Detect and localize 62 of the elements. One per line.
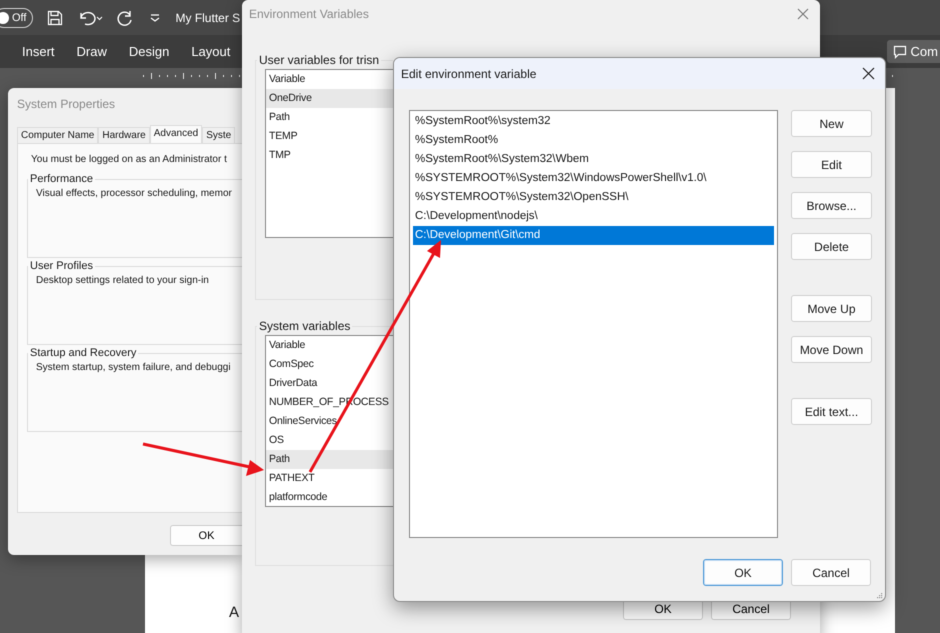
group-label: Startup and Recovery: [29, 347, 138, 359]
group-description: Visual effects, processor scheduling, memor: [36, 188, 233, 199]
tab[interactable]: Hardware: [98, 127, 150, 143]
tab[interactable]: Computer Name: [17, 127, 98, 143]
path-entry[interactable]: %SystemRoot%\system32: [413, 112, 774, 131]
window-title: Environment Variables: [249, 7, 369, 21]
window-title: System Properties: [17, 96, 116, 110]
path-entry[interactable]: C:\Development\nodejs\: [413, 207, 774, 226]
group-description: Desktop settings related to your sign-in: [36, 275, 210, 286]
tab[interactable]: Advanced: [150, 125, 202, 143]
dialog-button[interactable]: OK: [703, 559, 783, 586]
document-title: My Flutter S: [175, 10, 240, 24]
close-icon: [797, 8, 809, 20]
ribbon-tab[interactable]: Insert: [22, 44, 55, 59]
ok-button[interactable]: OK: [170, 525, 242, 546]
variable-row[interactable]: PATHEXT: [266, 469, 393, 488]
window-title: Edit environment variable: [401, 66, 536, 80]
variable-row[interactable]: ComSpec: [266, 355, 393, 374]
variable-row[interactable]: OnlineServices: [266, 412, 393, 431]
path-entry[interactable]: %SystemRoot%\System32\Wbem: [413, 150, 774, 169]
group-label: User variables for trisn: [258, 53, 380, 67]
dialog-button[interactable]: Edit text...: [791, 398, 872, 425]
dialog-button[interactable]: Browse...: [791, 192, 872, 219]
save-icon[interactable]: [47, 10, 64, 26]
variable-row[interactable]: OS: [266, 431, 393, 450]
dialog-button[interactable]: Delete: [791, 233, 872, 260]
variable-row[interactable]: Path: [266, 108, 393, 127]
ribbon-tab[interactable]: Draw: [76, 44, 107, 59]
group-description: System startup, system failure, and debuggi: [36, 362, 232, 373]
resize-grip[interactable]: [875, 591, 883, 599]
variable-row[interactable]: TMP: [266, 146, 393, 165]
column-header[interactable]: Variable: [266, 70, 393, 89]
dialog-button[interactable]: Edit: [791, 151, 872, 178]
dialog-button[interactable]: OK: [623, 602, 703, 620]
close-icon: [862, 67, 874, 80]
path-entry[interactable]: %SYSTEMROOT%\System32\OpenSSH\: [413, 188, 774, 207]
variable-row[interactable]: DriverData: [266, 374, 393, 393]
dialog-button[interactable]: Move Up: [791, 295, 872, 322]
dialog-button[interactable]: Cancel: [711, 602, 791, 620]
tab[interactable]: Syste: [202, 127, 236, 143]
group-label: User Profiles: [29, 260, 94, 272]
path-entry[interactable]: %SystemRoot%: [413, 131, 774, 150]
comments-button[interactable]: Com: [886, 40, 940, 63]
customize-icon[interactable]: [149, 12, 162, 22]
page-text: A: [229, 604, 240, 621]
dialog-button[interactable]: Move Down: [791, 336, 872, 363]
variable-row[interactable]: OneDrive: [266, 89, 393, 108]
notice-text: You must be logged on as an Administrator t: [31, 154, 228, 165]
comment-icon: [892, 44, 907, 58]
variable-row[interactable]: TEMP: [266, 127, 393, 146]
group-label: Performance: [29, 173, 94, 185]
group-label: System variables: [258, 319, 352, 333]
variable-row[interactable]: Path: [266, 450, 393, 469]
path-entry[interactable]: %SYSTEMROOT%\System32\WindowsPowerShell\v1.0\: [413, 169, 774, 188]
autosave-toggle[interactable]: Off: [0, 8, 34, 28]
ribbon-tab[interactable]: Layout: [191, 44, 230, 59]
path-entry[interactable]: C:\Development\Git\cmd: [413, 226, 774, 245]
ribbon-tab[interactable]: Design: [128, 44, 170, 59]
dialog-button[interactable]: Cancel: [791, 559, 871, 586]
column-header[interactable]: Variable: [266, 336, 393, 355]
variable-row[interactable]: platformcode: [266, 488, 393, 506]
dialog-button[interactable]: New: [791, 110, 872, 137]
